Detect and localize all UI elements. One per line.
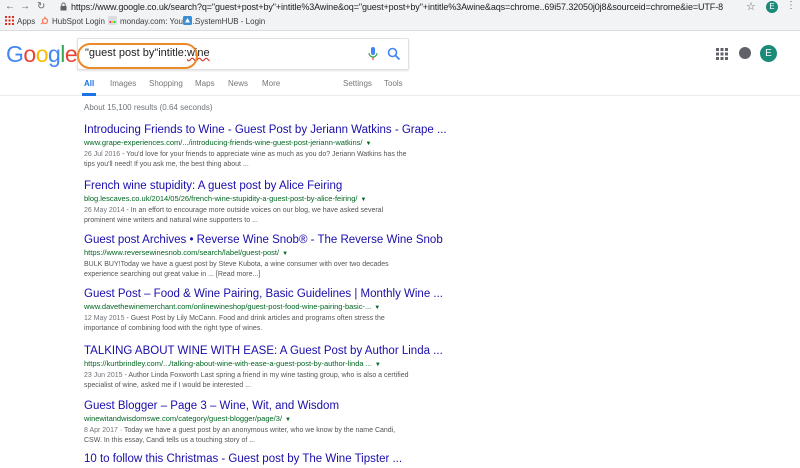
tab-maps[interactable]: Maps [195, 79, 215, 88]
chrome-menu-icon[interactable]: ⋮ [786, 0, 796, 12]
result-title[interactable]: Guest Blogger – Page 3 – Wine, Wit, and … [84, 399, 414, 413]
account-avatar[interactable]: E [760, 45, 777, 62]
bookmark-star-icon[interactable]: ☆ [746, 0, 756, 13]
caret-down-icon[interactable]: ▼ [374, 305, 380, 311]
result-title[interactable]: French wine stupidity: A guest post by A… [84, 179, 414, 193]
bookmarks-bar: Apps HubSpot Login monday.com: Your t...… [0, 14, 800, 31]
search-result: TALKING ABOUT WINE WITH EASE: A Guest Po… [84, 344, 443, 390]
tab-all[interactable]: All [84, 79, 94, 88]
search-result: French wine stupidity: A guest post by A… [84, 179, 414, 225]
address-bar[interactable]: https://www.google.co.uk/search?q="guest… [71, 1, 723, 13]
result-snippet: 26 May 2014 - In an effort to encourage … [84, 207, 384, 224]
active-tab-indicator [82, 93, 96, 96]
result-url: www.grape-experiences.com/.../introducin… [84, 138, 372, 147]
query-highlight-annotation [77, 43, 198, 69]
bookmark-systemhub[interactable]: SystemHUB - Login [183, 16, 265, 28]
result-title[interactable]: Guest post Archives • Reverse Wine Snob®… [84, 233, 443, 247]
google-apps-icon[interactable] [716, 48, 728, 60]
logo-letter: e [64, 41, 78, 67]
search-result: Guest Post – Food & Wine Pairing, Basic … [84, 287, 443, 333]
microphone-icon[interactable] [368, 47, 378, 61]
systemhub-icon [183, 16, 192, 25]
result-snippet: 12 May 2015 - Guest Post by Lily McCann.… [84, 315, 385, 332]
caret-down-icon[interactable]: ▼ [282, 251, 288, 257]
result-snippet: BULK BUY!Today we have a guest post by S… [84, 261, 389, 278]
result-title[interactable]: Guest Post – Food & Wine Pairing, Basic … [84, 287, 443, 301]
bookmark-hubspot[interactable]: HubSpot Login [40, 16, 105, 28]
result-title[interactable]: TALKING ABOUT WINE WITH EASE: A Guest Po… [84, 344, 443, 358]
notifications-icon[interactable] [739, 47, 751, 59]
result-snippet: 26 Jul 2016 - You'd love for your friend… [84, 151, 407, 168]
result-url: https://kurtbrindley.com/.../talking-abo… [84, 359, 381, 368]
result-url: https://www.reversewinesnob.com/search/l… [84, 248, 289, 257]
search-icon[interactable] [387, 47, 401, 61]
result-title[interactable]: 10 to follow this Christmas - Guest post… [84, 452, 414, 466]
search-result: Guest Blogger – Page 3 – Wine, Wit, and … [84, 399, 414, 445]
search-result: Introducing Friends to Wine - Guest Post… [84, 123, 447, 169]
lock-icon [60, 2, 67, 11]
forward-arrow-icon[interactable]: → [20, 1, 30, 13]
bookmark-apps[interactable]: Apps [5, 16, 35, 28]
reload-icon[interactable]: ↻ [37, 1, 45, 13]
caret-down-icon[interactable]: ▼ [365, 141, 371, 147]
monday-icon [108, 16, 117, 25]
result-url: blog.lescaves.co.uk/2014/05/26/french-wi… [84, 194, 367, 203]
search-tabs: All Images Shopping Maps News More Setti… [0, 75, 800, 96]
profile-avatar[interactable]: E [766, 1, 778, 13]
hubspot-icon [40, 16, 49, 25]
caret-down-icon[interactable]: ▼ [375, 362, 381, 368]
result-url: www.davethewinemerchant.com/onlinewinesh… [84, 302, 381, 311]
tab-settings[interactable]: Settings [343, 79, 372, 88]
search-result: Guest post Archives • Reverse Wine Snob®… [84, 233, 443, 279]
caret-down-icon[interactable]: ▼ [285, 417, 291, 423]
result-stats: About 15,100 results (0.64 seconds) [84, 103, 213, 112]
tab-news[interactable]: News [228, 79, 248, 88]
tab-images[interactable]: Images [110, 79, 136, 88]
browser-toolbar: ← → ↻ https://www.google.co.uk/search?q=… [0, 0, 800, 14]
tab-more[interactable]: More [262, 79, 280, 88]
result-title[interactable]: Introducing Friends to Wine - Guest Post… [84, 123, 447, 137]
caret-down-icon[interactable]: ▼ [360, 197, 366, 203]
logo-letter: G [6, 41, 24, 67]
search-result: 10 to follow this Christmas - Guest post… [84, 452, 414, 466]
apps-grid-icon [5, 16, 14, 25]
back-arrow-icon[interactable]: ← [5, 1, 15, 13]
tab-tools[interactable]: Tools [384, 79, 403, 88]
result-url: winewitandwisdomswe.com/category/guest-b… [84, 414, 291, 423]
result-snippet: 8 Apr 2017 · Today we have a guest post … [84, 427, 396, 444]
google-logo[interactable]: Google [6, 41, 78, 67]
tab-shopping[interactable]: Shopping [149, 79, 183, 88]
logo-letter: o [35, 41, 49, 67]
result-snippet: 23 Jun 2015 - Author Linda Foxworth Last… [84, 372, 409, 389]
logo-letter: o [23, 41, 36, 67]
logo-letter: g [47, 41, 61, 67]
